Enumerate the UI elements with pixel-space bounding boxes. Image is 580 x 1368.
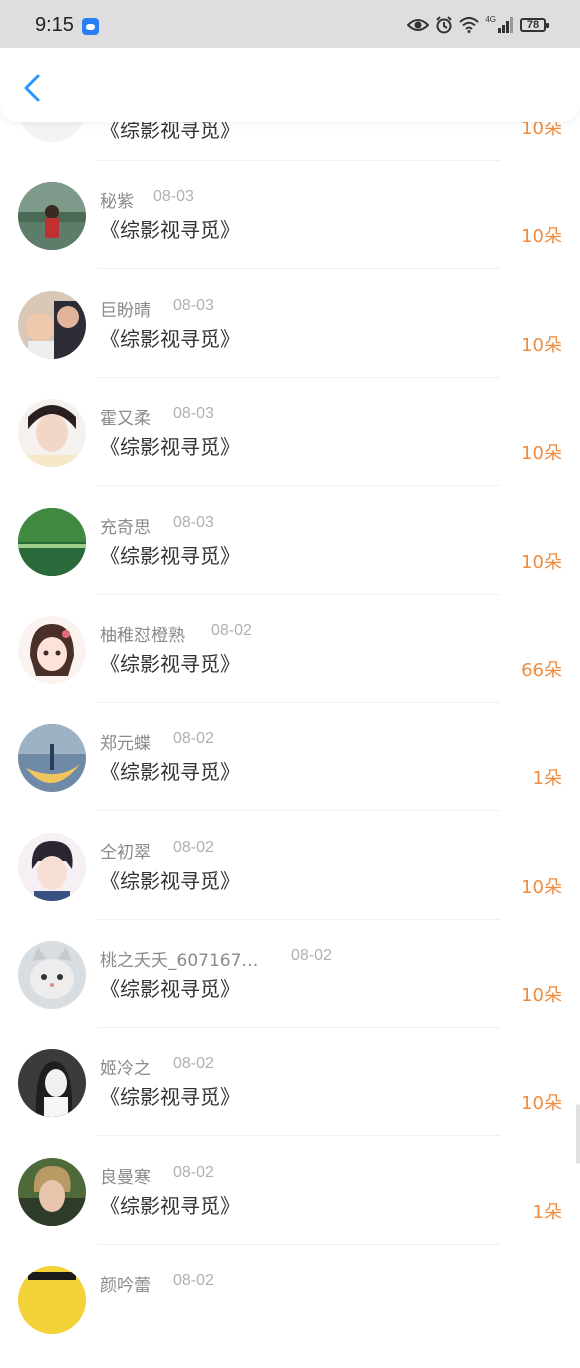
flower-amount: 10朵 bbox=[521, 877, 562, 898]
avatar[interactable] bbox=[18, 724, 86, 792]
gift-list: 《综影视寻觅》 10朵 秘紫 08-03 《综影视寻觅》 10朵 巨盼晴 08-… bbox=[0, 0, 580, 1334]
divider bbox=[98, 377, 500, 378]
avatar[interactable] bbox=[18, 833, 86, 901]
divider bbox=[98, 702, 500, 703]
status-bar: 9:15 4G 78 bbox=[0, 0, 580, 48]
date: 08-02 bbox=[173, 839, 214, 856]
avatar[interactable] bbox=[18, 941, 86, 1009]
status-icons: 4G 78 bbox=[407, 14, 549, 36]
work-title: 《综影视寻觅》 bbox=[100, 327, 240, 351]
scrollbar[interactable] bbox=[576, 1104, 580, 1164]
nav-bar bbox=[0, 48, 580, 122]
divider bbox=[98, 1027, 500, 1028]
battery-icon: 78 bbox=[520, 18, 549, 32]
divider bbox=[98, 485, 500, 486]
divider bbox=[98, 594, 500, 595]
work-title: 《综影视寻觅》 bbox=[100, 977, 240, 1001]
work-title: 《综影视寻觅》 bbox=[100, 544, 240, 568]
divider bbox=[98, 1135, 500, 1136]
avatar[interactable] bbox=[18, 399, 86, 467]
sender-name: 霍又柔 bbox=[100, 409, 151, 429]
sender-name: 巨盼晴 bbox=[100, 301, 151, 321]
avatar[interactable] bbox=[18, 1049, 86, 1117]
flower-amount: 10朵 bbox=[521, 226, 562, 247]
avatar[interactable] bbox=[18, 291, 86, 359]
divider bbox=[98, 268, 500, 269]
divider bbox=[98, 919, 500, 920]
date: 08-02 bbox=[173, 1055, 214, 1072]
back-button[interactable] bbox=[14, 68, 48, 108]
sender-name: 姬冷之 bbox=[100, 1059, 151, 1079]
alarm-icon bbox=[436, 16, 453, 34]
avatar[interactable] bbox=[18, 1158, 86, 1226]
sender-name: 充奇思 bbox=[100, 518, 151, 538]
list-item[interactable]: 秘紫 08-03 《综影视寻觅》 10朵 bbox=[0, 176, 580, 284]
sender-name: 良曼寒 bbox=[100, 1168, 151, 1188]
sender-name: 柚稚怼橙熟 bbox=[100, 626, 185, 646]
list-item[interactable]: 姬冷之 08-02 《综影视寻觅》 10朵 bbox=[0, 1043, 580, 1151]
flower-amount: 66朵 bbox=[521, 660, 562, 681]
list-item[interactable]: 仝初翠 08-02 《综影视寻觅》 10朵 bbox=[0, 827, 580, 935]
work-title: 《综影视寻觅》 bbox=[100, 652, 240, 676]
flower-amount: 1朵 bbox=[532, 1202, 562, 1223]
work-title: 《综影视寻觅》 bbox=[100, 435, 240, 459]
flower-amount: 1朵 bbox=[532, 768, 562, 789]
date: 08-02 bbox=[173, 730, 214, 747]
avatar[interactable] bbox=[18, 508, 86, 576]
sender-name: 仝初翠 bbox=[100, 843, 151, 863]
chevron-left-icon bbox=[24, 74, 40, 102]
network-type: 4G bbox=[485, 14, 496, 24]
list-item[interactable]: 巨盼晴 08-03 《综影视寻觅》 10朵 bbox=[0, 285, 580, 393]
work-title: 《综影视寻觅》 bbox=[100, 1085, 240, 1109]
avatar[interactable] bbox=[18, 1266, 86, 1334]
date: 08-02 bbox=[173, 1272, 214, 1289]
flower-amount: 10朵 bbox=[521, 552, 562, 573]
list-item[interactable]: 良曼寒 08-02 《综影视寻觅》 1朵 bbox=[0, 1152, 580, 1260]
list-item[interactable]: 充奇思 08-03 《综影视寻觅》 10朵 bbox=[0, 502, 580, 610]
wifi-icon bbox=[459, 17, 479, 33]
flower-amount: 10朵 bbox=[521, 985, 562, 1006]
eye-icon bbox=[407, 19, 430, 31]
sender-name: 颜吟蕾 bbox=[100, 1276, 151, 1296]
flower-amount: 10朵 bbox=[521, 1093, 562, 1114]
divider bbox=[98, 1244, 500, 1245]
date: 08-03 bbox=[173, 297, 214, 314]
date: 08-03 bbox=[153, 188, 194, 205]
sender-name: 秘紫 bbox=[100, 192, 134, 212]
list-item[interactable]: 柚稚怼橙熟 08-02 《综影视寻觅》 66朵 bbox=[0, 610, 580, 718]
list-item[interactable]: 郑元蝶 08-02 《综影视寻觅》 1朵 bbox=[0, 718, 580, 826]
work-title: 《综影视寻觅》 bbox=[100, 760, 240, 784]
date: 08-02 bbox=[291, 947, 332, 964]
sender-name: 桃之夭夭_607167… bbox=[100, 951, 259, 971]
work-title: 《综影视寻觅》 bbox=[100, 869, 240, 893]
flower-amount: 10朵 bbox=[521, 335, 562, 356]
avatar[interactable] bbox=[18, 182, 86, 250]
date: 08-02 bbox=[211, 622, 252, 639]
list-item[interactable]: 颜吟蕾 08-02 bbox=[0, 1260, 580, 1368]
app-notification-icon bbox=[82, 18, 99, 35]
work-title: 《综影视寻觅》 bbox=[100, 1194, 240, 1218]
date: 08-03 bbox=[173, 514, 214, 531]
avatar[interactable] bbox=[18, 616, 86, 684]
divider bbox=[98, 160, 500, 161]
list-item[interactable]: 桃之夭夭_607167… 08-02 《综影视寻觅》 10朵 bbox=[0, 935, 580, 1043]
status-time: 9:15 bbox=[35, 14, 74, 36]
date: 08-02 bbox=[173, 1164, 214, 1181]
sender-name: 郑元蝶 bbox=[100, 734, 151, 754]
signal-icon bbox=[498, 17, 513, 33]
list-item[interactable]: 霍又柔 08-03 《综影视寻觅》 10朵 bbox=[0, 393, 580, 501]
flower-amount: 10朵 bbox=[521, 443, 562, 464]
work-title: 《综影视寻觅》 bbox=[100, 218, 240, 242]
divider bbox=[98, 810, 500, 811]
date: 08-03 bbox=[173, 405, 214, 422]
